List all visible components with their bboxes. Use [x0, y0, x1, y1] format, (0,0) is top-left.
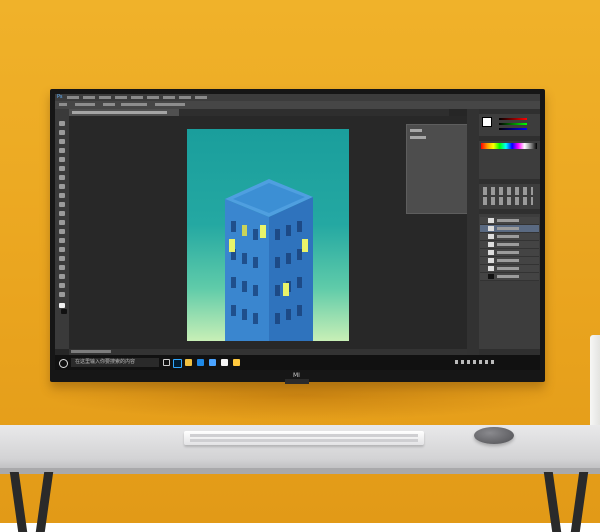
options-bar [55, 101, 540, 109]
tool-option[interactable] [103, 103, 115, 106]
layer-row[interactable] [480, 233, 539, 241]
desk-edge [0, 468, 600, 474]
tools-panel [55, 109, 69, 349]
crop-tool-icon[interactable] [59, 157, 65, 162]
move-tool-icon[interactable] [59, 121, 65, 126]
menu-item[interactable] [195, 96, 207, 99]
layer-row[interactable] [480, 249, 539, 257]
tool-option[interactable] [75, 103, 95, 106]
monitor-stand [285, 379, 309, 384]
brush-tool-icon[interactable] [59, 184, 65, 189]
photoshop-icon[interactable] [173, 359, 182, 368]
menu-item[interactable] [83, 96, 95, 99]
panel-label [410, 136, 426, 139]
tool-option[interactable] [155, 103, 185, 106]
tool-option[interactable] [121, 103, 147, 106]
right-panels [479, 109, 540, 355]
green-slider[interactable] [499, 123, 527, 125]
type-tool-icon[interactable] [59, 256, 65, 261]
history-brush-tool-icon[interactable] [59, 202, 65, 207]
mail-icon[interactable] [209, 359, 216, 366]
lasso-tool-icon[interactable] [59, 139, 65, 144]
swatches-panel-header[interactable] [479, 136, 540, 141]
lamp [590, 335, 600, 435]
eraser-tool-icon[interactable] [59, 211, 65, 216]
photoshop-logo: Ps [57, 94, 63, 100]
isometric-building-illustration [225, 179, 313, 341]
foreground-color-icon[interactable] [59, 303, 65, 308]
store-icon[interactable] [221, 359, 228, 366]
keyboard[interactable] [184, 431, 424, 445]
search-placeholder: 在这里输入你要搜索的内容 [75, 359, 136, 365]
marquee-tool-icon[interactable] [59, 130, 65, 135]
document-tab[interactable] [69, 109, 179, 116]
background-color-icon[interactable] [61, 309, 67, 314]
zoom-tool-icon[interactable] [59, 292, 65, 297]
panel-title [410, 129, 422, 132]
menu-item[interactable] [115, 96, 127, 99]
gradient-tool-icon[interactable] [59, 220, 65, 225]
layer-row[interactable] [480, 217, 539, 225]
adjustment-icons[interactable] [483, 187, 533, 195]
path-select-tool-icon[interactable] [59, 265, 65, 270]
layer-row[interactable] [480, 241, 539, 249]
taskbar: 在这里输入你要搜索的内容 [55, 355, 540, 370]
dodge-tool-icon[interactable] [59, 238, 65, 243]
menu-item[interactable] [67, 96, 79, 99]
shape-tool-icon[interactable] [59, 274, 65, 279]
blue-slider[interactable] [499, 128, 527, 130]
adjustments-panel-header[interactable] [479, 179, 540, 184]
adjustment-icons[interactable] [483, 197, 533, 205]
menu-item[interactable] [99, 96, 111, 99]
document-tabs [69, 109, 449, 116]
quick-select-tool-icon[interactable] [59, 148, 65, 153]
panel-dock-strip [467, 109, 479, 355]
layer-row[interactable] [480, 265, 539, 273]
pen-tool-icon[interactable] [59, 247, 65, 252]
artboard[interactable] [187, 129, 349, 341]
start-icon[interactable] [59, 359, 68, 368]
eyedropper-tool-icon[interactable] [59, 166, 65, 171]
screen: Ps 在这里输入你要搜索的内容 [55, 94, 540, 370]
healing-tool-icon[interactable] [59, 175, 65, 180]
taskbar-search-input[interactable]: 在这里输入你要搜索的内容 [71, 358, 159, 367]
zoom-readout [71, 350, 111, 353]
layer-row[interactable] [480, 273, 539, 281]
menu-item[interactable] [179, 96, 191, 99]
menu-item[interactable] [163, 96, 175, 99]
menu-item[interactable] [147, 96, 159, 99]
swatches-strip[interactable] [481, 143, 537, 149]
blur-tool-icon[interactable] [59, 229, 65, 234]
folder-icon[interactable] [233, 359, 240, 366]
stamp-tool-icon[interactable] [59, 193, 65, 198]
layer-row-selected[interactable] [480, 225, 539, 233]
photoshop-menubar: Ps [55, 94, 540, 101]
brand-logo: MI [293, 372, 300, 379]
system-tray-icons[interactable] [455, 360, 495, 364]
task-view-icon[interactable] [163, 359, 170, 366]
edge-icon[interactable] [197, 359, 204, 366]
foreground-swatch[interactable] [482, 117, 492, 127]
layers-panel-header[interactable] [479, 209, 540, 214]
properties-panel [406, 124, 475, 214]
color-panel-header[interactable] [479, 109, 540, 114]
mouse[interactable] [474, 427, 514, 444]
menu-item[interactable] [131, 96, 143, 99]
layer-row[interactable] [480, 257, 539, 265]
red-slider[interactable] [499, 118, 527, 120]
tool-option[interactable] [59, 103, 67, 106]
explorer-icon[interactable] [185, 359, 192, 366]
hand-tool-icon[interactable] [59, 283, 65, 288]
